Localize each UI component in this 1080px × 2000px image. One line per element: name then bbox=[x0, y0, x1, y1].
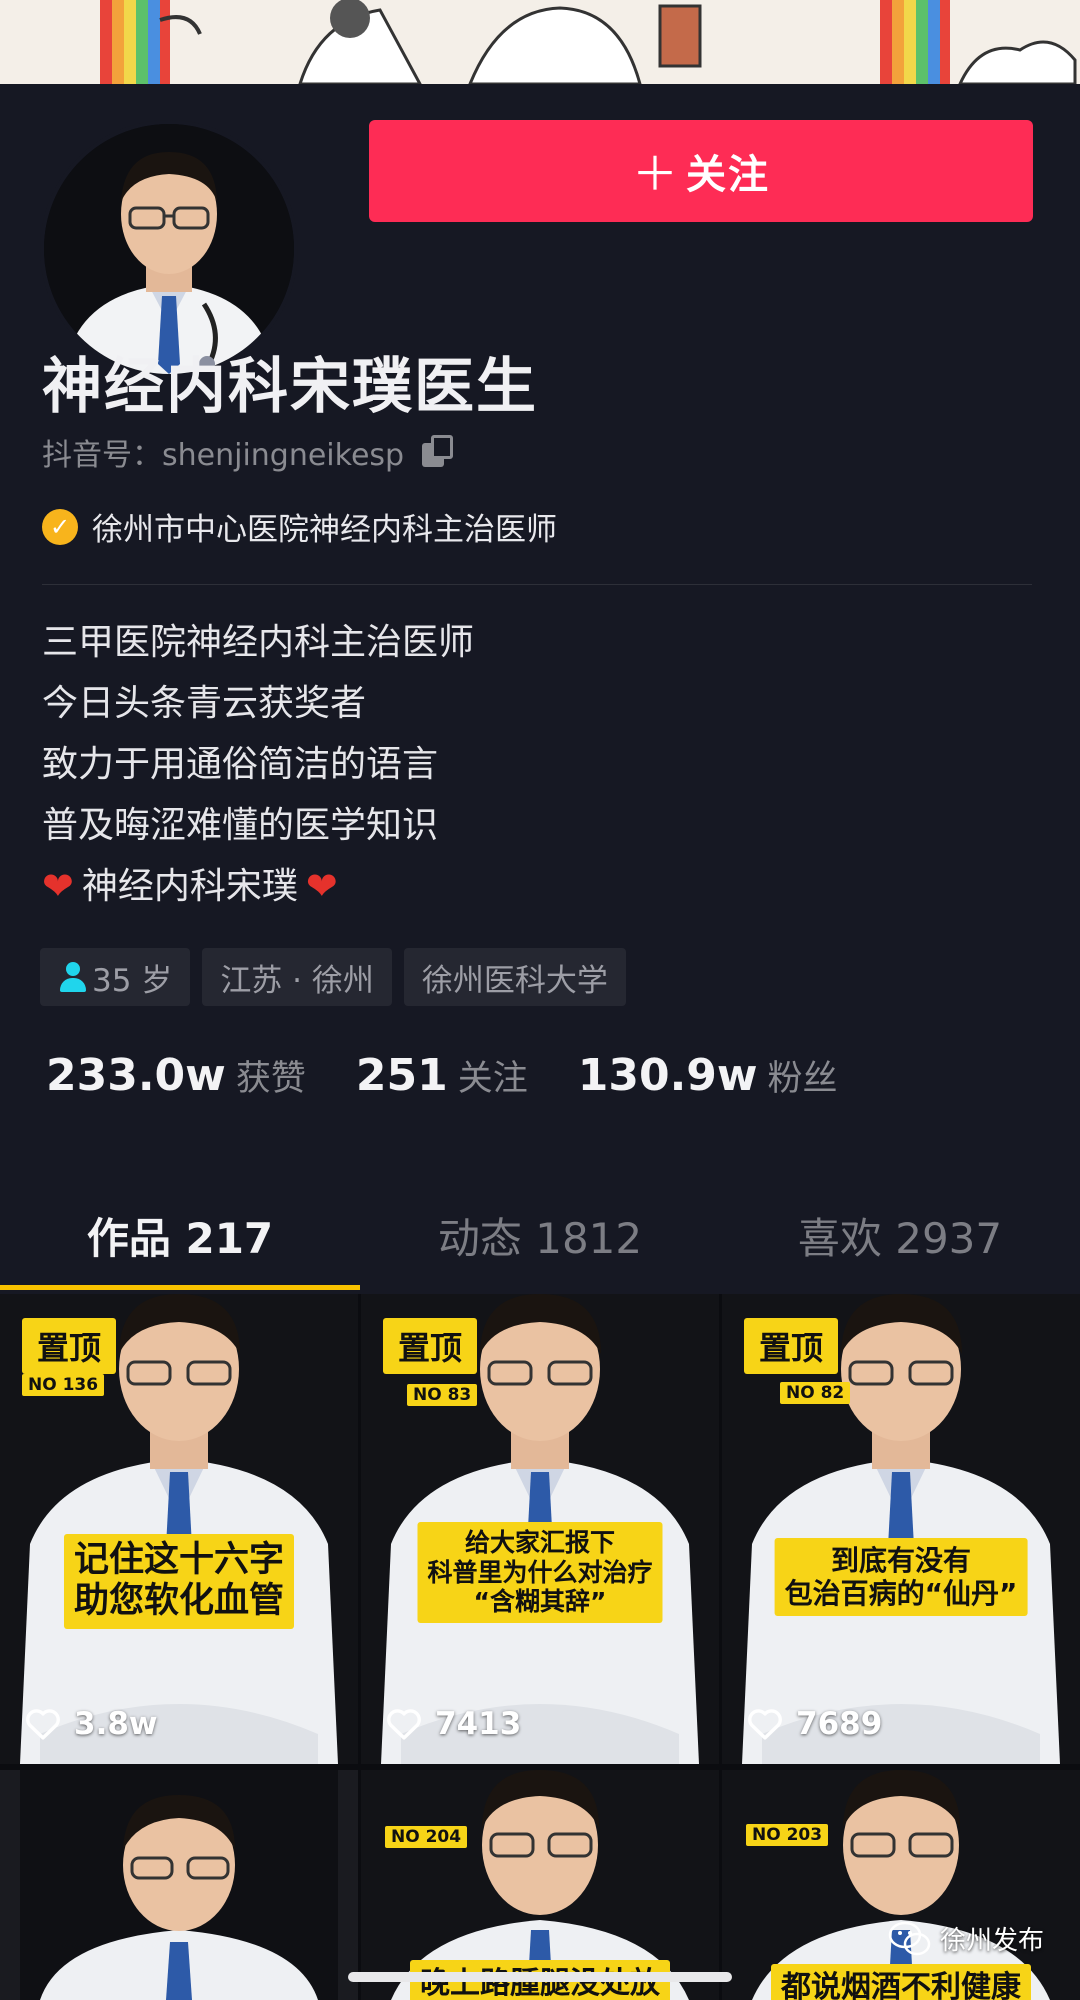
heart-outline-icon bbox=[748, 1709, 782, 1740]
caption-line: “含糊其辞” bbox=[473, 1587, 607, 1616]
person-icon bbox=[58, 960, 88, 994]
heart-outline-icon bbox=[26, 1709, 60, 1740]
video-caption: 到底有没有 包治百病的“仙丹” bbox=[774, 1538, 1028, 1617]
likes-count: 7413 bbox=[435, 1706, 522, 1742]
profile-banner bbox=[0, 0, 1080, 84]
pinned-badge: 置顶 bbox=[22, 1318, 116, 1374]
episode-number: NO 83 bbox=[407, 1384, 478, 1406]
caption-line: 包治百病的“仙丹” bbox=[784, 1577, 1018, 1611]
stat-label: 关注 bbox=[457, 1059, 528, 1099]
video-likes: 7413 bbox=[385, 1706, 521, 1742]
stat-number: 233.0w bbox=[46, 1050, 226, 1101]
caption-line: 给大家汇报下 bbox=[464, 1528, 616, 1557]
watermark-text: 徐州发布 bbox=[939, 1926, 1044, 1956]
douyin-id: 抖音号：shenjingneikesp bbox=[42, 438, 405, 473]
age-tag: 35 岁 bbox=[40, 948, 191, 1006]
follow-button[interactable]: ＋ 关注 bbox=[369, 120, 1033, 222]
profile-header: ＋ 关注 神经内科宋璞医生 抖音号：shenjingneikesp ✓ 徐州市中… bbox=[0, 84, 1080, 1294]
stat-number: 251 bbox=[355, 1050, 448, 1101]
tab-likes[interactable]: 喜欢 2937 bbox=[720, 1180, 1080, 1290]
verified-check-icon: ✓ bbox=[42, 508, 78, 545]
copy-icon[interactable] bbox=[422, 435, 456, 469]
follow-button-label: 关注 bbox=[686, 152, 770, 198]
bio-line: 普及晦涩难懂的医学知识 bbox=[42, 805, 439, 846]
video-thumbnail[interactable]: NO 203 都说烟酒不利健康 bbox=[722, 1770, 1080, 2000]
heart-outline-icon bbox=[387, 1709, 421, 1740]
pinned-badge: 置顶 bbox=[744, 1318, 838, 1374]
video-caption: 记住这十六字 助您软化血管 bbox=[63, 1534, 295, 1629]
pinned-badge: 置顶 bbox=[383, 1318, 477, 1374]
verification-row: ✓ 徐州市中心医院神经内科主治医师 bbox=[42, 504, 557, 549]
tab-moments[interactable]: 动态 1812 bbox=[360, 1180, 720, 1290]
content-tabs: 作品 217 动态 1812 喜欢 2937 bbox=[0, 1180, 1080, 1290]
divider bbox=[42, 584, 1032, 585]
wechat-watermark: 徐州发布 bbox=[888, 1920, 1044, 1957]
stat-label: 粉丝 bbox=[767, 1059, 838, 1099]
likes-count: 7689 bbox=[796, 1706, 883, 1742]
bio-line: 今日头条青云获奖者 bbox=[42, 683, 367, 724]
video-caption: 给大家汇报下 科普里为什么对治疗 “含糊其辞” bbox=[417, 1522, 663, 1623]
caption-line: 科普里为什么对治疗 bbox=[427, 1557, 653, 1587]
video-likes: 3.8w bbox=[24, 1706, 158, 1742]
verification-text: 徐州市中心医院神经内科主治医师 bbox=[92, 512, 557, 548]
stat-label: 获赞 bbox=[235, 1059, 306, 1099]
school-tag[interactable]: 徐州医科大学 bbox=[403, 948, 626, 1006]
caption-line: 到底有没有 bbox=[830, 1544, 971, 1577]
plus-icon: ＋ bbox=[632, 147, 680, 201]
video-thumbnail[interactable]: 置顶 NO 83 给大家汇报下 科普里为什么对治疗 “含糊其辞” 7413 bbox=[361, 1294, 719, 1764]
video-thumbnail[interactable]: NO 204 晚上路腫腿没处放 bbox=[361, 1770, 719, 2000]
tab-works[interactable]: 作品 217 bbox=[0, 1180, 360, 1290]
video-likes: 7689 bbox=[746, 1706, 882, 1742]
video-thumbnail[interactable] bbox=[0, 1770, 358, 2000]
stat-following[interactable]: 251 关注 bbox=[356, 1050, 528, 1101]
stat-followers[interactable]: 130.9w 粉丝 bbox=[578, 1050, 838, 1101]
wechat-icon bbox=[888, 1921, 931, 1955]
red-heart-icon: ❤ bbox=[305, 864, 338, 908]
caption-line: 助您软化血管 bbox=[73, 1581, 285, 1622]
home-indicator[interactable] bbox=[348, 1972, 732, 1982]
bio-line: 三甲医院神经内科主治医师 bbox=[42, 622, 475, 663]
video-grid: 置顶 NO 136 记住这十六字 助您软化血管 3.8w 置顶 NO 83 给大… bbox=[0, 1294, 1080, 2000]
bio-line: 致力于用通俗简洁的语言 bbox=[42, 744, 439, 785]
episode-number: NO 204 bbox=[385, 1826, 468, 1848]
stat-number: 130.9w bbox=[577, 1050, 758, 1101]
bio-line-hearts: ❤ 神经内科宋璞 ❤ bbox=[42, 856, 474, 917]
video-caption: 都说烟酒不利健康 bbox=[771, 1964, 1031, 2000]
red-heart-icon: ❤ bbox=[42, 864, 74, 908]
doctor-avatar-image bbox=[44, 124, 294, 374]
profile-stats: 233.0w 获赞 251 关注 130.9w 粉丝 bbox=[46, 1050, 888, 1101]
stat-likes[interactable]: 233.0w 获赞 bbox=[46, 1050, 306, 1101]
episode-number: NO 136 bbox=[22, 1374, 105, 1396]
profile-tags: 35 岁 江苏 · 徐州 徐州医科大学 bbox=[40, 948, 626, 1006]
likes-count: 3.8w bbox=[74, 1706, 158, 1742]
doctor-portrait-image bbox=[0, 1770, 358, 2000]
douyin-id-row: 抖音号：shenjingneikesp bbox=[42, 430, 456, 474]
bio-signature: 神经内科宋璞 bbox=[81, 866, 298, 907]
episode-number: NO 82 bbox=[780, 1382, 851, 1404]
video-thumbnail[interactable]: 置顶 NO 82 到底有没有 包治百病的“仙丹” 7689 bbox=[722, 1294, 1080, 1764]
location-tag: 江苏 · 徐州 bbox=[202, 948, 392, 1006]
video-thumbnail[interactable]: 置顶 NO 136 记住这十六字 助您软化血管 3.8w bbox=[0, 1294, 358, 1764]
caption-line: 记住这十六字 bbox=[73, 1540, 285, 1580]
episode-number: NO 203 bbox=[746, 1824, 829, 1846]
age-tag-label: 35 岁 bbox=[92, 962, 173, 999]
bio: 三甲医院神经内科主治医师 今日头条青云获奖者 致力于用通俗简洁的语言 普及晦涩难… bbox=[42, 612, 474, 917]
profile-name: 神经内科宋璞医生 bbox=[42, 352, 538, 422]
banner-illustration bbox=[100, 0, 1077, 84]
